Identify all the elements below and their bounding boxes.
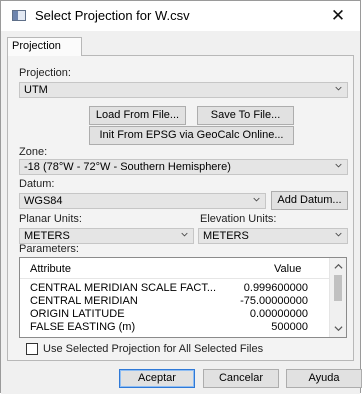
elevation-units-label: Elevation Units:: [200, 213, 277, 225]
zone-select[interactable]: -18 (78°W - 72°W - Southern Hemisphere): [19, 159, 348, 175]
chevron-down-icon: [335, 86, 342, 91]
projection-label: Projection:: [19, 67, 71, 79]
attribute-cell: CENTRAL MERIDIAN: [30, 295, 138, 307]
attribute-cell: FALSE EASTING (m): [30, 321, 136, 333]
table-row[interactable]: FALSE EASTING (m) 500000: [20, 321, 330, 334]
accept-button[interactable]: Aceptar: [119, 369, 195, 388]
chevron-up-icon[interactable]: [334, 262, 343, 271]
chevron-down-icon: [253, 197, 260, 202]
parameters-list[interactable]: Attribute Value CENTRAL MERIDIAN SCALE F…: [19, 257, 347, 338]
column-header-attribute[interactable]: Attribute: [30, 263, 71, 275]
parameters-header: Attribute Value: [20, 258, 330, 279]
window-icon: [12, 10, 26, 21]
table-row[interactable]: CENTRAL MERIDIAN -75.00000000: [20, 295, 330, 308]
zone-label: Zone:: [19, 146, 48, 158]
scrollbar-thumb[interactable]: [334, 275, 342, 301]
value-cell: 0.00000000: [249, 308, 308, 320]
column-header-value[interactable]: Value: [274, 263, 301, 275]
use-for-all-checkbox[interactable]: [26, 343, 38, 355]
elevation-units-value: METERS: [203, 230, 249, 242]
chevron-down-icon: [335, 232, 342, 237]
help-button[interactable]: Ayuda: [286, 369, 362, 388]
title-bar: Select Projection for W.csv ✕: [1, 1, 360, 31]
elevation-units-select[interactable]: METERS: [198, 228, 348, 244]
cancel-button[interactable]: Cancelar: [203, 369, 279, 388]
datum-select[interactable]: WGS84: [19, 193, 266, 209]
tab-projection[interactable]: Projection: [7, 37, 82, 56]
datum-label: Datum:: [19, 178, 55, 190]
table-row[interactable]: CENTRAL MERIDIAN SCALE FACT... 0.9996000…: [20, 282, 330, 295]
init-from-epsg-button[interactable]: Init From EPSG via GeoCalc Online...: [89, 126, 294, 145]
add-datum-button[interactable]: Add Datum...: [271, 191, 348, 210]
dialog-window: Select Projection for W.csv ✕ Projection…: [0, 0, 362, 394]
attribute-cell: ORIGIN LATITUDE: [30, 308, 125, 320]
save-to-file-button[interactable]: Save To File...: [197, 106, 294, 125]
planar-units-value: METERS: [24, 230, 70, 242]
chevron-down-icon: [181, 232, 188, 237]
projection-select[interactable]: UTM: [19, 82, 348, 98]
datum-value: WGS84: [24, 195, 63, 207]
chevron-down-icon: [335, 163, 342, 168]
parameters-label: Parameters:: [19, 243, 79, 255]
use-for-all-label[interactable]: Use Selected Projection for All Selected…: [43, 343, 263, 355]
value-cell: -75.00000000: [240, 295, 308, 307]
attribute-cell: CENTRAL MERIDIAN SCALE FACT...: [30, 282, 217, 294]
planar-units-label: Planar Units:: [19, 213, 82, 225]
table-row[interactable]: ORIGIN LATITUDE 0.00000000: [20, 308, 330, 321]
value-cell: 0.999600000: [243, 282, 308, 294]
chevron-down-icon[interactable]: [334, 324, 343, 333]
value-cell: 500000: [271, 321, 308, 333]
close-icon[interactable]: ✕: [316, 1, 360, 31]
vertical-scrollbar[interactable]: [329, 258, 346, 337]
zone-value: -18 (78°W - 72°W - Southern Hemisphere): [24, 161, 231, 173]
projection-value: UTM: [24, 84, 48, 96]
planar-units-select[interactable]: METERS: [19, 228, 194, 244]
window-title: Select Projection for W.csv: [35, 8, 190, 23]
load-from-file-button[interactable]: Load From File...: [89, 106, 186, 125]
